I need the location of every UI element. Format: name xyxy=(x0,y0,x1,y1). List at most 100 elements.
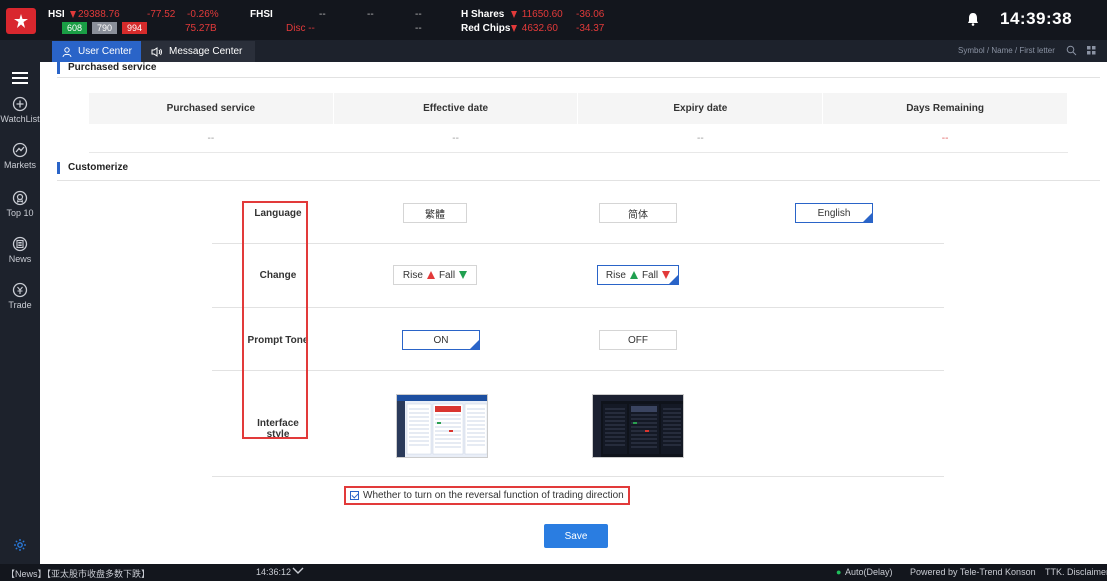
cell-service: -- xyxy=(88,124,334,153)
table-header-row: Purchased service Effective date Expiry … xyxy=(88,92,1068,125)
fhsi-value: -- xyxy=(319,9,326,20)
purchased-section-title: Purchased service xyxy=(57,62,156,74)
prompt-tone-off-option[interactable]: OFF xyxy=(599,330,677,350)
app-root: HSI 29388.76 -77.52 -0.26% 608 790 994 7… xyxy=(0,0,1107,581)
down-arrow-green-icon xyxy=(459,271,468,279)
status-dot-icon: ● xyxy=(836,567,842,577)
col-expiry-date: Expiry date xyxy=(577,92,824,125)
news-time: 14:36:12 xyxy=(256,567,292,577)
sidebar-item-label: Trade xyxy=(8,300,32,310)
speaker-icon xyxy=(151,46,162,57)
row-divider xyxy=(212,370,944,371)
redchips-value: 4632.60 xyxy=(509,23,558,34)
sidebar-item-watchlist[interactable]: WatchList xyxy=(0,96,40,124)
col-effective-date: Effective date xyxy=(332,92,579,125)
sidebar-item-label: News xyxy=(8,254,32,264)
chevron-down-icon[interactable] xyxy=(292,566,304,577)
redchips-label[interactable]: Red Chips xyxy=(461,23,510,34)
language-english-option[interactable]: English xyxy=(795,203,873,223)
advancers-count: 608 xyxy=(62,22,88,34)
cell-expiry: -- xyxy=(577,124,823,153)
rise-label: Rise xyxy=(605,269,626,281)
app-logo[interactable] xyxy=(6,8,36,34)
customize-section-title: Customerize xyxy=(57,162,128,174)
change-green-up-option[interactable]: Rise Fall xyxy=(393,265,477,285)
ticker-dash-2: -- xyxy=(415,23,422,34)
sidebar-item-top10[interactable]: Top 10 xyxy=(0,190,40,218)
fhsi-label[interactable]: FHSI xyxy=(250,9,273,20)
award-icon xyxy=(12,190,28,206)
connection-status: Auto(Delay) xyxy=(845,567,893,577)
tab-user-center-label: User Center xyxy=(78,46,132,57)
purchased-table: Purchased service Effective date Expiry … xyxy=(88,92,1068,153)
settings-gear-icon[interactable] xyxy=(13,538,27,555)
cell-days: -- xyxy=(822,124,1068,153)
news-icon xyxy=(12,236,28,252)
hsi-label[interactable]: HSI xyxy=(48,9,65,20)
fall-label: Fall xyxy=(438,269,456,281)
sidebar-item-news[interactable]: News xyxy=(0,236,40,264)
fhsi-disc: Disc -- xyxy=(286,23,315,34)
sidebar-item-markets[interactable]: Markets xyxy=(0,142,40,170)
search-icon[interactable] xyxy=(1066,45,1077,59)
user-icon xyxy=(62,46,72,57)
change-red-down-option[interactable]: Rise Fall xyxy=(597,265,679,285)
ticker-bar: HSI 29388.76 -77.52 -0.26% 608 790 994 7… xyxy=(0,0,1107,40)
hsi-pct: -0.26% xyxy=(187,9,219,20)
sidebar-item-trade[interactable]: Trade xyxy=(0,282,40,310)
fhsi-change: -- xyxy=(367,9,374,20)
row-divider xyxy=(212,307,944,308)
up-arrow-green-icon xyxy=(629,271,638,279)
down-arrow-icon xyxy=(70,10,76,18)
table-row: -- -- -- -- xyxy=(88,124,1068,153)
status-bar: 【News】【亚太股市收盘多数下跌】 14:36:12 ● Auto(Delay… xyxy=(0,564,1107,581)
labels-highlight-box xyxy=(242,201,308,439)
disclaimer-link[interactable]: TTK. Disclaimer xyxy=(1045,567,1107,577)
plus-circle-icon xyxy=(12,96,28,112)
down-arrow-icon xyxy=(511,24,517,32)
save-button[interactable]: Save xyxy=(544,524,608,548)
col-days-remaining: Days Remaining xyxy=(822,92,1068,125)
bell-icon[interactable] xyxy=(967,12,979,29)
hshares-label[interactable]: H Shares xyxy=(461,9,504,20)
reversal-checkbox-row[interactable]: Whether to turn on the reversal function… xyxy=(344,486,630,505)
hshares-value: 11650.60 xyxy=(509,9,563,20)
chart-circle-icon xyxy=(12,142,28,158)
row-divider xyxy=(212,476,944,477)
cell-effective: -- xyxy=(333,124,578,153)
row-divider xyxy=(212,243,944,244)
language-traditional-option[interactable]: 繁體 xyxy=(403,203,467,223)
col-purchased-service: Purchased service xyxy=(88,92,334,125)
unchanged-count: 790 xyxy=(92,22,118,34)
language-simplified-option[interactable]: 简体 xyxy=(599,203,677,223)
tab-message-center[interactable]: Message Center xyxy=(141,41,255,62)
rise-label: Rise xyxy=(402,269,423,281)
main-content: Purchased service Purchased service Effe… xyxy=(40,62,1107,564)
tab-user-center[interactable]: User Center xyxy=(52,41,142,62)
menu-icon[interactable] xyxy=(12,72,28,87)
light-theme-preview xyxy=(397,395,487,457)
up-arrow-red-icon xyxy=(426,271,435,279)
sidebar-item-label: Top 10 xyxy=(6,208,34,218)
powered-by: Powered by Tele-Trend Konson xyxy=(910,567,1036,577)
redchips-change: -34.37 xyxy=(576,23,605,34)
checkbox-checked-icon[interactable] xyxy=(350,491,359,500)
prompt-tone-on-option[interactable]: ON xyxy=(402,330,480,350)
tab-message-center-label: Message Center xyxy=(169,46,243,57)
fall-label: Fall xyxy=(641,269,659,281)
sidebar-item-label: WatchList xyxy=(0,114,40,124)
hshares-change: -36.06 xyxy=(576,9,605,20)
down-arrow-icon xyxy=(511,10,517,18)
trade-icon xyxy=(12,282,28,298)
hk-flower-icon xyxy=(14,14,28,28)
clock: 14:39:38 xyxy=(1000,9,1073,28)
hsi-change: -77.52 xyxy=(147,9,176,20)
news-ticker[interactable]: 【News】【亚太股市收盘多数下跌】 xyxy=(6,567,150,580)
down-arrow-red-icon xyxy=(662,271,671,279)
grid-icon[interactable] xyxy=(1086,45,1097,59)
ticker-dash-1: -- xyxy=(415,9,422,20)
search-input[interactable]: Symbol / Name / First letter xyxy=(958,46,1055,55)
light-theme-thumbnail[interactable] xyxy=(396,394,488,458)
dark-theme-thumbnail[interactable] xyxy=(592,394,684,458)
sidebar: WatchList Markets Top 10 News Trade xyxy=(0,62,40,564)
